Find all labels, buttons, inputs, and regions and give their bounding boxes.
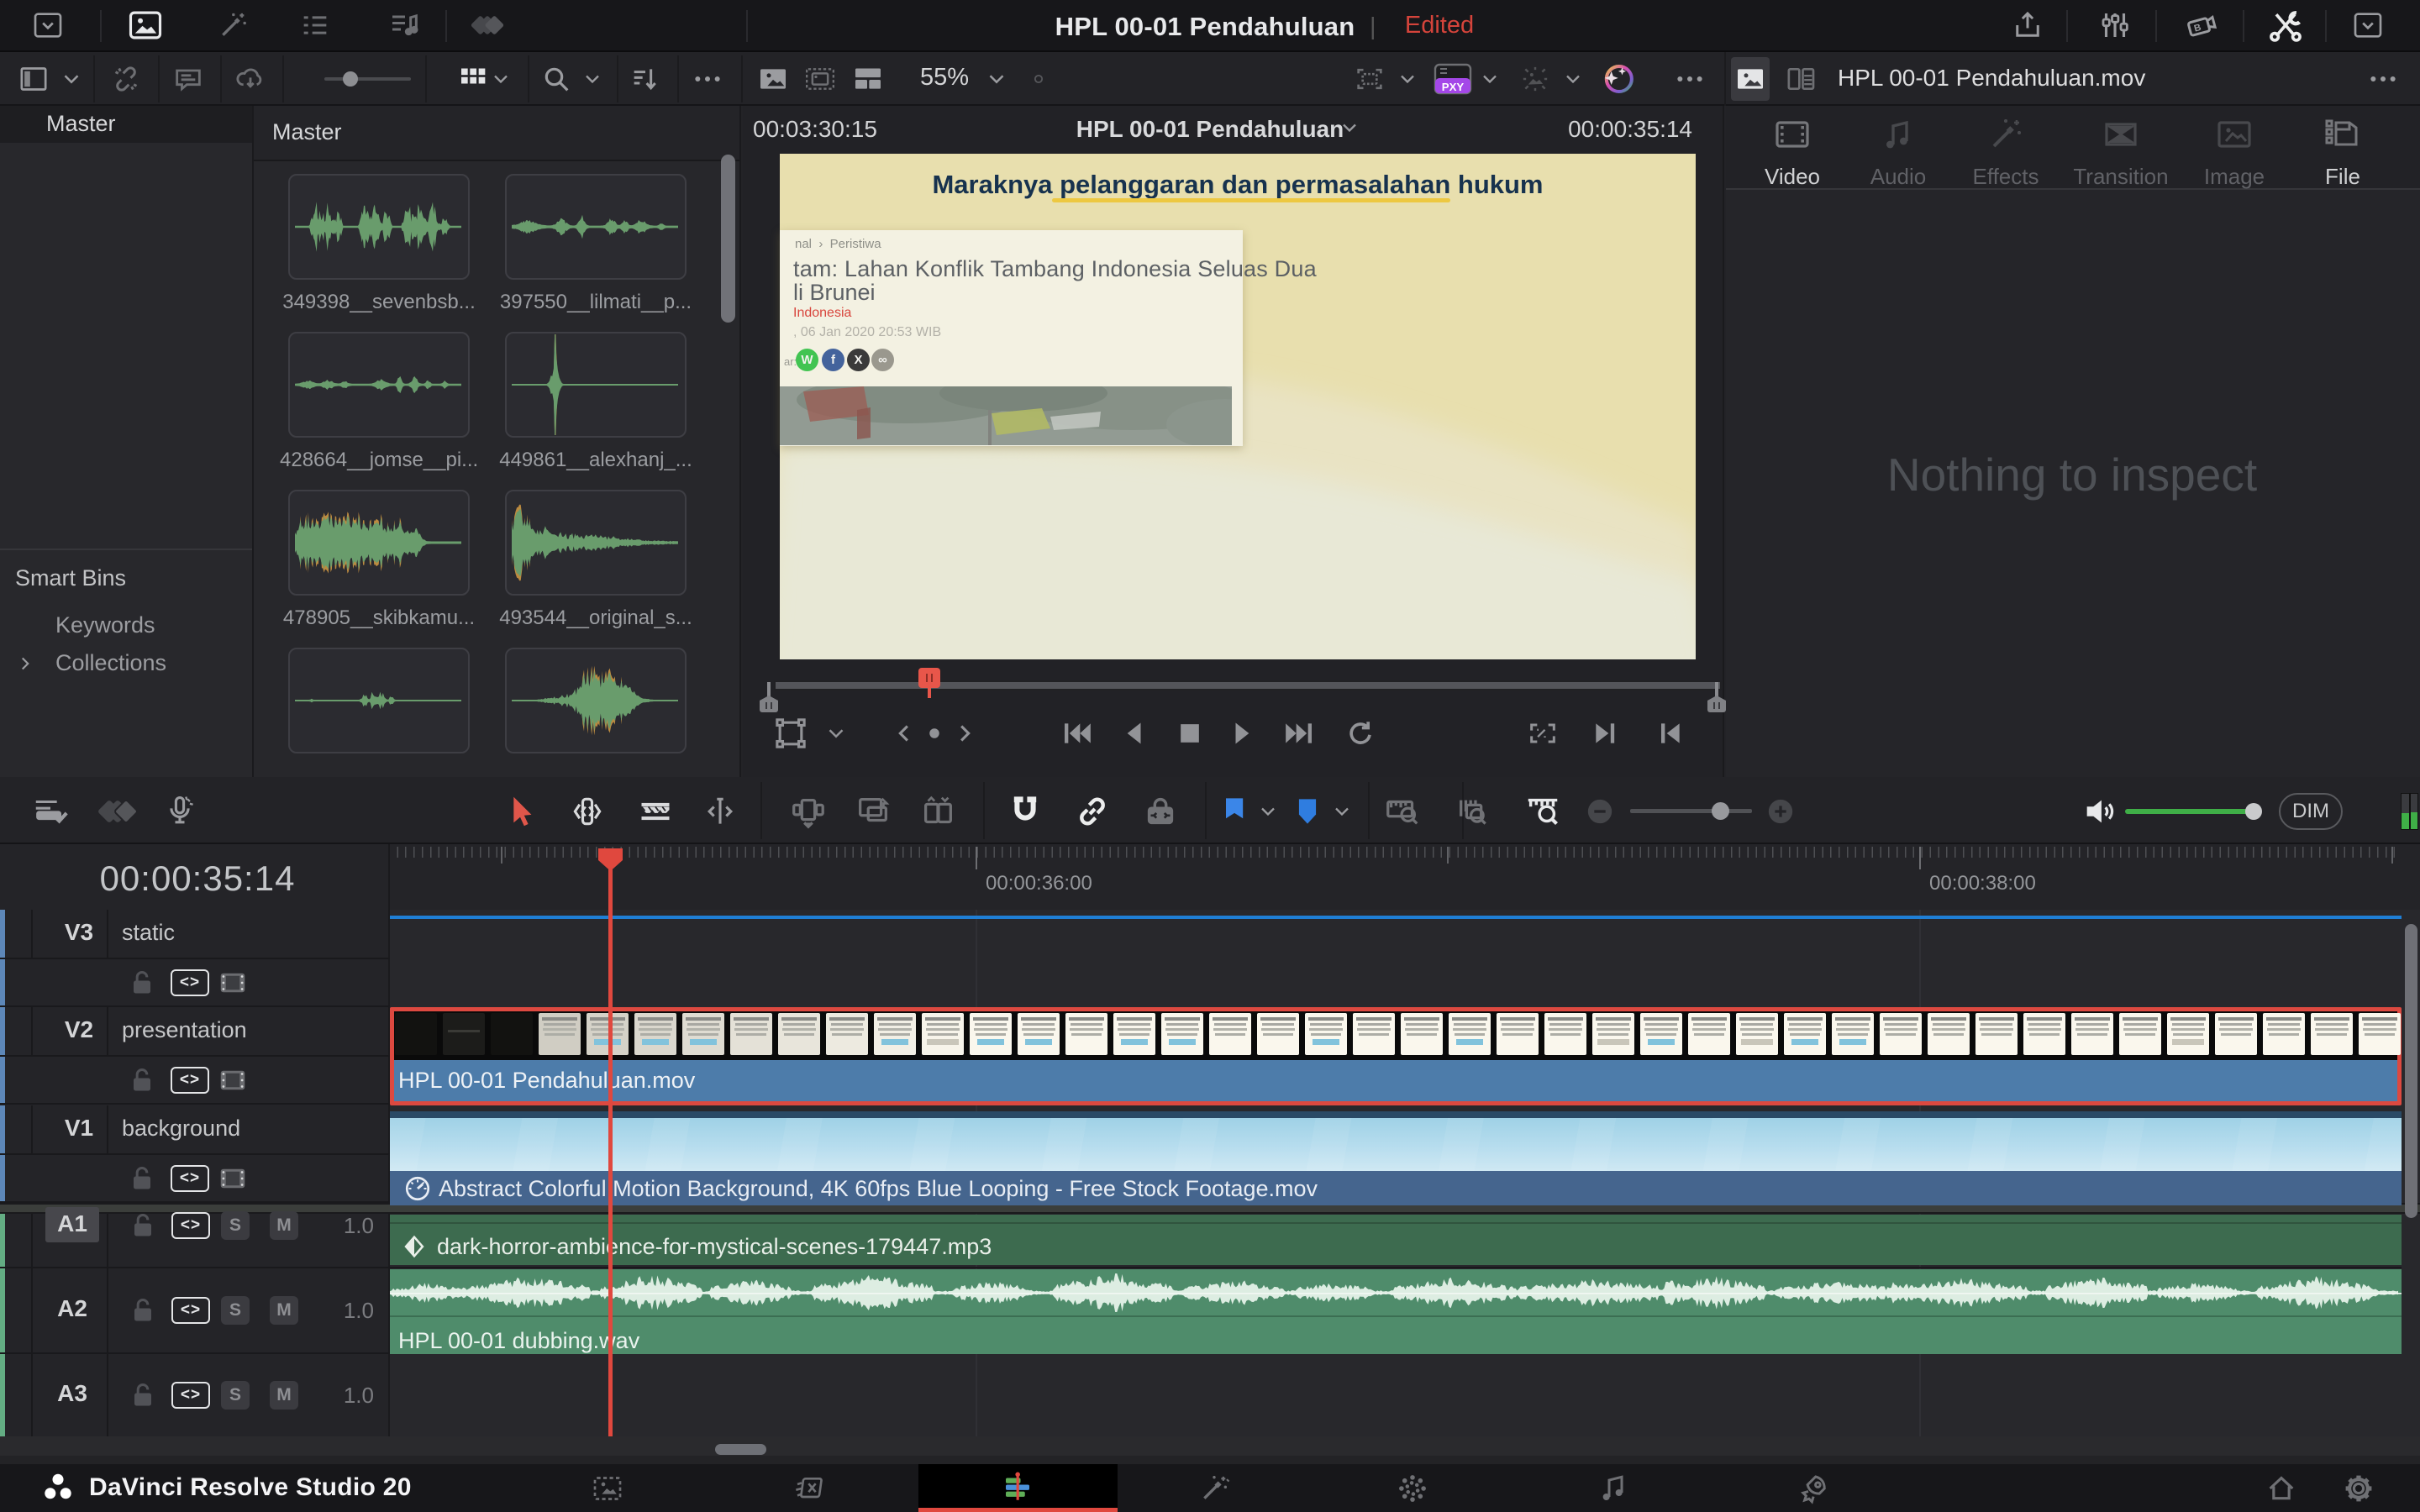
svg-text:PXY: PXY bbox=[1442, 81, 1465, 93]
svg-text:B: B bbox=[2193, 23, 2202, 34]
